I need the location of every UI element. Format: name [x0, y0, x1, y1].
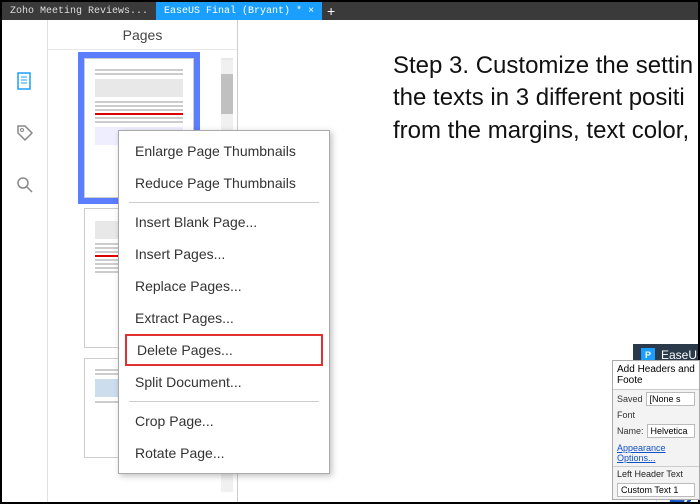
- tab-label: EaseUS Final (Bryant) *: [164, 6, 302, 17]
- pages-title: Pages: [123, 27, 163, 43]
- font-label: Font: [617, 410, 635, 420]
- name-label: Name:: [617, 426, 644, 436]
- menu-delete-pages[interactable]: Delete Pages...: [125, 334, 323, 366]
- menu-separator: [129, 202, 319, 203]
- tab-inactive[interactable]: Zoho Meeting Reviews...: [2, 2, 156, 20]
- text-line: from the margins, text color,: [393, 115, 698, 147]
- main-layout: Pages: [2, 20, 698, 502]
- pages-header: Pages: [48, 20, 237, 50]
- menu-separator: [129, 401, 319, 402]
- tool-rail: [2, 20, 48, 502]
- left-header-label: Left Header Text: [613, 466, 699, 481]
- menu-insert-blank-page[interactable]: Insert Blank Page...: [119, 206, 329, 238]
- text-line: Step 3. Customize the settin: [393, 50, 698, 82]
- menu-rotate-page[interactable]: Rotate Page...: [119, 437, 329, 469]
- dialog-title: Add Headers and Foote: [613, 361, 699, 390]
- menu-enlarge-thumbnails[interactable]: Enlarge Page Thumbnails: [119, 135, 329, 167]
- font-name-select[interactable]: Helvetica: [647, 424, 695, 438]
- window-tabbar: Zoho Meeting Reviews... EaseUS Final (Br…: [2, 2, 698, 20]
- new-tab-button[interactable]: +: [322, 3, 340, 19]
- left-header-input[interactable]: Custom Text 1: [617, 483, 695, 497]
- scroll-thumb[interactable]: [221, 74, 233, 114]
- menu-reduce-thumbnails[interactable]: Reduce Page Thumbnails: [119, 167, 329, 199]
- tag-icon[interactable]: [14, 122, 36, 144]
- appearance-options-link[interactable]: Appearance Options...: [613, 440, 699, 466]
- thumbnail-context-menu: Enlarge Page Thumbnails Reduce Page Thum…: [118, 130, 330, 474]
- saved-select[interactable]: [None s: [646, 392, 695, 406]
- close-icon[interactable]: ×: [308, 6, 314, 17]
- add-headers-footers-dialog: Add Headers and Foote Saved [None s Font…: [612, 360, 700, 500]
- menu-crop-page[interactable]: Crop Page...: [119, 405, 329, 437]
- menu-extract-pages[interactable]: Extract Pages...: [119, 302, 329, 334]
- pages-icon[interactable]: [14, 70, 36, 92]
- tab-active[interactable]: EaseUS Final (Bryant) * ×: [156, 2, 322, 20]
- saved-label: Saved: [617, 394, 643, 404]
- menu-replace-pages[interactable]: Replace Pages...: [119, 270, 329, 302]
- tab-label: Zoho Meeting Reviews...: [10, 6, 148, 17]
- text-line: the texts in 3 different positi: [393, 82, 698, 114]
- search-icon[interactable]: [14, 174, 36, 196]
- menu-split-document[interactable]: Split Document...: [119, 366, 329, 398]
- menu-insert-pages[interactable]: Insert Pages...: [119, 238, 329, 270]
